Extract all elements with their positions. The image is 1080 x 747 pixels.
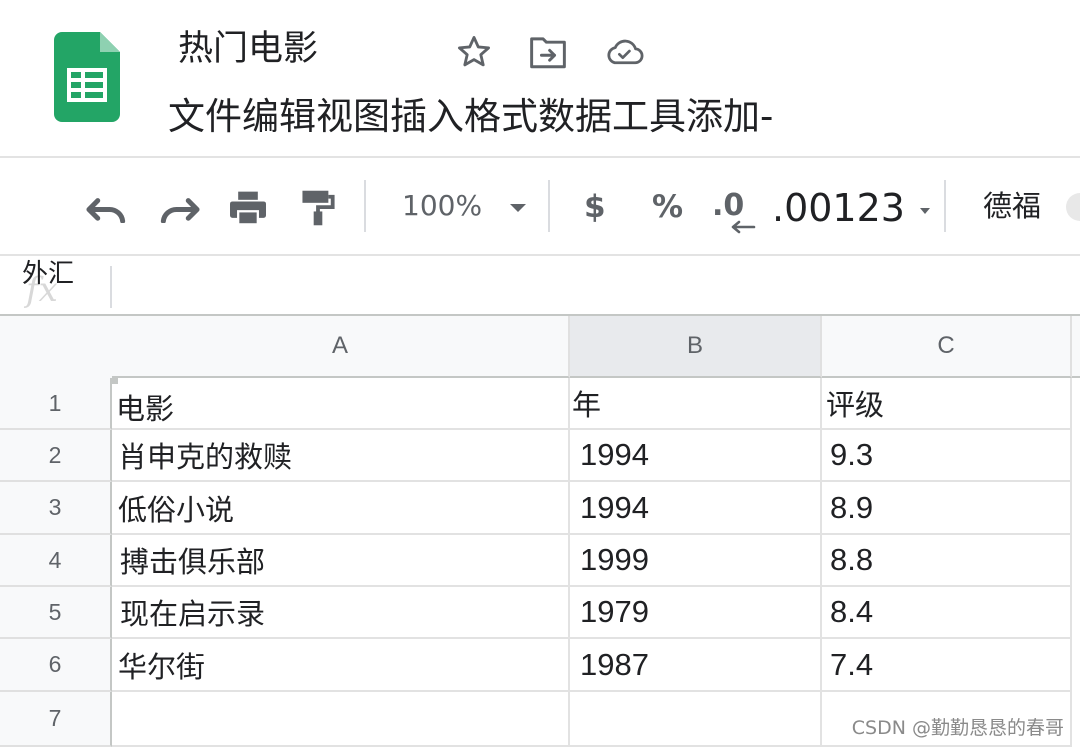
cell-a4[interactable]: 搏击俱乐部: [112, 535, 570, 587]
decrease-decimal-button[interactable]: .0: [712, 184, 756, 238]
cell-c5[interactable]: 8.4: [822, 587, 1072, 639]
cell-b5[interactable]: 1979: [570, 587, 822, 639]
toolbar-separator: [364, 180, 366, 232]
menu-item-insert[interactable]: 插入: [390, 92, 464, 142]
undo-icon[interactable]: [84, 184, 132, 232]
cell-c1[interactable]: 评级: [822, 378, 1072, 430]
watermark: CSDN @勤勤恳恳的春哥: [851, 717, 1064, 739]
cell-b4[interactable]: 1999: [570, 535, 822, 587]
font-select[interactable]: 德福: [983, 186, 1041, 226]
cloud-saved-icon[interactable]: [604, 32, 644, 72]
formula-bar-separator: [110, 266, 112, 308]
format-percent-button[interactable]: %: [652, 186, 683, 228]
name-box[interactable]: 外汇: [22, 256, 74, 292]
menu-item-format[interactable]: 格式: [464, 92, 538, 142]
cell-a5[interactable]: 现在启示录: [112, 587, 570, 639]
cell-c6[interactable]: 7.4: [822, 639, 1072, 692]
cell-c2[interactable]: 9.3: [822, 430, 1072, 482]
row-header-6[interactable]: 6: [0, 639, 112, 692]
column-header-a[interactable]: A: [112, 316, 570, 378]
menu-item-addons[interactable]: 添加-: [686, 92, 773, 142]
chevron-down-icon[interactable]: [504, 194, 532, 222]
redo-icon[interactable]: [154, 184, 202, 232]
menu-item-file[interactable]: 文件: [168, 92, 242, 142]
select-all-corner[interactable]: [0, 316, 118, 384]
menu-item-data[interactable]: 数据: [538, 92, 612, 142]
toolbar-separator: [944, 180, 946, 232]
cell-b2[interactable]: 1994: [570, 430, 822, 482]
toolbar-divider: [0, 254, 1080, 256]
zoom-select[interactable]: 100%: [402, 186, 482, 226]
menu-item-tools[interactable]: 工具: [612, 92, 686, 142]
menu-item-edit[interactable]: 编辑: [242, 92, 316, 142]
paint-format-icon[interactable]: [296, 184, 340, 232]
toolbar-separator: [548, 180, 550, 232]
cell-b1[interactable]: 年: [570, 378, 822, 430]
star-icon[interactable]: [454, 32, 494, 72]
arrow-left-icon: [731, 220, 756, 234]
formula-input[interactable]: [120, 262, 1064, 312]
spreadsheet-grid: A B C 1 2 3 4 5 6 7 电影 年 评级 肖申克的救赎 1994 …: [0, 314, 1080, 747]
format-currency-button[interactable]: $: [584, 186, 606, 228]
cell-a3[interactable]: 低俗小说: [112, 482, 570, 535]
row-header-5[interactable]: 5: [0, 587, 112, 639]
print-icon[interactable]: [224, 184, 272, 232]
cell-b3[interactable]: 1994: [570, 482, 822, 535]
document-title[interactable]: 热门电影: [178, 26, 318, 72]
cell-b6[interactable]: 1987: [570, 639, 822, 692]
row-header-2[interactable]: 2: [0, 430, 112, 482]
column-header-b[interactable]: B: [570, 316, 822, 378]
cell-c4[interactable]: 8.8: [822, 535, 1072, 587]
cell-a7[interactable]: [112, 692, 570, 747]
menu-bar: 文件 编辑 视图 插入 格式 数据 工具 添加-: [168, 92, 773, 142]
header-divider: [0, 156, 1080, 158]
cell-c3[interactable]: 8.9: [822, 482, 1072, 535]
row-header-3[interactable]: 3: [0, 482, 112, 535]
column-header-c[interactable]: C: [822, 316, 1072, 378]
cell-b7[interactable]: [570, 692, 822, 747]
overflow-icon[interactable]: [1066, 193, 1080, 221]
google-sheets-icon[interactable]: [54, 32, 120, 122]
menu-item-view[interactable]: 视图: [316, 92, 390, 142]
chevron-down-icon: [920, 207, 931, 214]
column-header-d[interactable]: [1072, 316, 1080, 378]
cell-a2[interactable]: 肖申克的救赎: [112, 430, 570, 482]
cell-a6[interactable]: 华尔街: [112, 639, 570, 692]
more-formats-button[interactable]: .00123: [772, 184, 931, 232]
row-header-7[interactable]: 7: [0, 692, 112, 747]
move-to-folder-icon[interactable]: [528, 32, 568, 72]
more-formats-label: .00123: [772, 186, 905, 230]
row-header-4[interactable]: 4: [0, 535, 112, 587]
cell-a1[interactable]: 电影: [112, 378, 570, 430]
row-header-1[interactable]: 1: [0, 378, 112, 430]
